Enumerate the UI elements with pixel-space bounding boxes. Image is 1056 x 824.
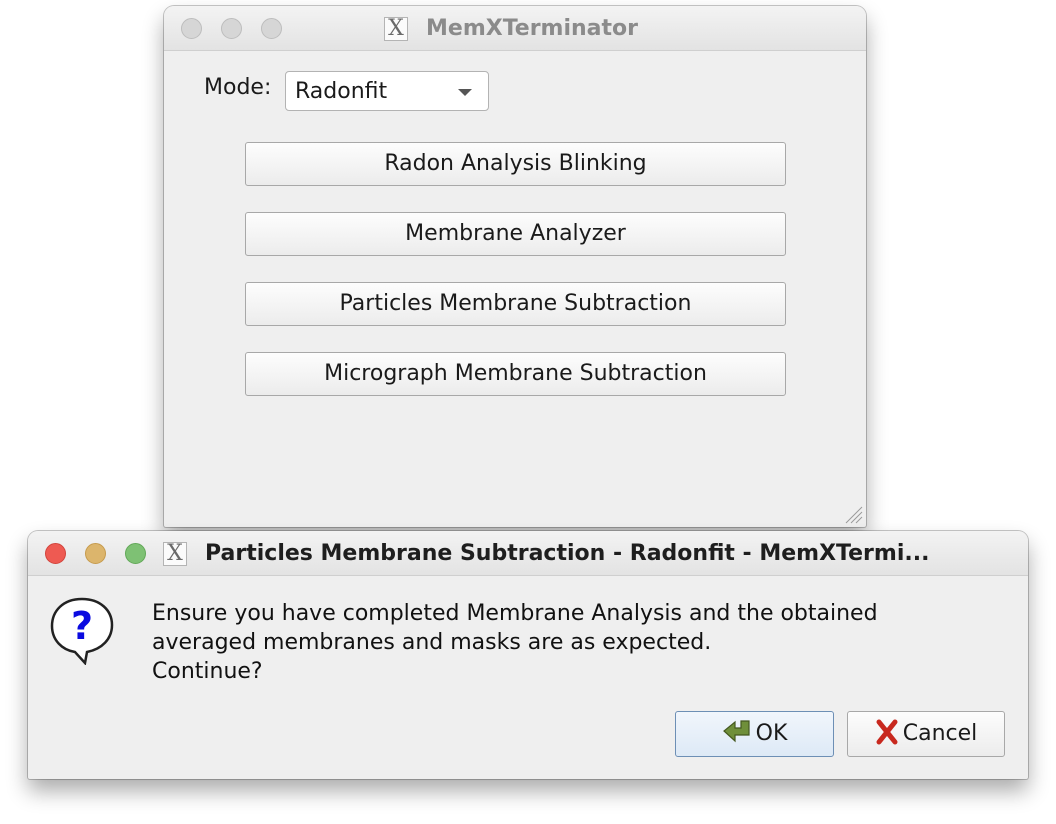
- x-app-icon: X: [163, 542, 187, 566]
- zoom-window-button[interactable]: [125, 543, 146, 564]
- window-title: MemXTerminator: [426, 16, 639, 41]
- close-window-button[interactable]: [181, 18, 202, 39]
- cross-icon: [876, 719, 898, 745]
- enter-arrow-icon: [722, 720, 750, 743]
- close-window-button[interactable]: [45, 543, 66, 564]
- cancel-label: Cancel: [902, 721, 978, 746]
- chevron-down-icon: [458, 89, 472, 96]
- x-app-icon: X: [384, 17, 408, 41]
- mode-select[interactable]: Radonfit: [285, 71, 489, 111]
- micrograph-membrane-subtraction-button[interactable]: Micrograph Membrane Subtraction: [245, 352, 786, 396]
- message-line: Ensure you have completed Membrane Analy…: [152, 601, 878, 626]
- resize-grip-icon[interactable]: [841, 502, 863, 524]
- mode-select-value: Radonfit: [295, 79, 388, 104]
- message-line: averaged membranes and masks are as expe…: [152, 630, 712, 655]
- ok-button[interactable]: OK: [675, 711, 834, 757]
- main-titlebar[interactable]: X MemXTerminator: [164, 6, 866, 51]
- dialog-titlebar[interactable]: X Particles Membrane Subtraction - Radon…: [28, 531, 1028, 576]
- cancel-button[interactable]: Cancel: [847, 711, 1005, 757]
- dialog-title: Particles Membrane Subtraction - Radonfi…: [205, 541, 930, 566]
- dialog-message: Ensure you have completed Membrane Analy…: [152, 599, 878, 686]
- svg-text:?: ?: [71, 604, 93, 648]
- ok-label: OK: [755, 721, 788, 746]
- confirm-dialog: X Particles Membrane Subtraction - Radon…: [28, 531, 1028, 779]
- minimize-window-button[interactable]: [221, 18, 242, 39]
- radon-analysis-blinking-button[interactable]: Radon Analysis Blinking: [245, 142, 786, 186]
- minimize-window-button[interactable]: [85, 543, 106, 564]
- question-icon: ?: [50, 597, 114, 665]
- zoom-window-button[interactable]: [261, 18, 282, 39]
- message-line: Continue?: [152, 659, 263, 684]
- mode-label: Mode:: [204, 75, 272, 100]
- particles-membrane-subtraction-button[interactable]: Particles Membrane Subtraction: [245, 282, 786, 326]
- membrane-analyzer-button[interactable]: Membrane Analyzer: [245, 212, 786, 256]
- main-window: X MemXTerminator Mode: Radonfit Radon An…: [164, 6, 866, 527]
